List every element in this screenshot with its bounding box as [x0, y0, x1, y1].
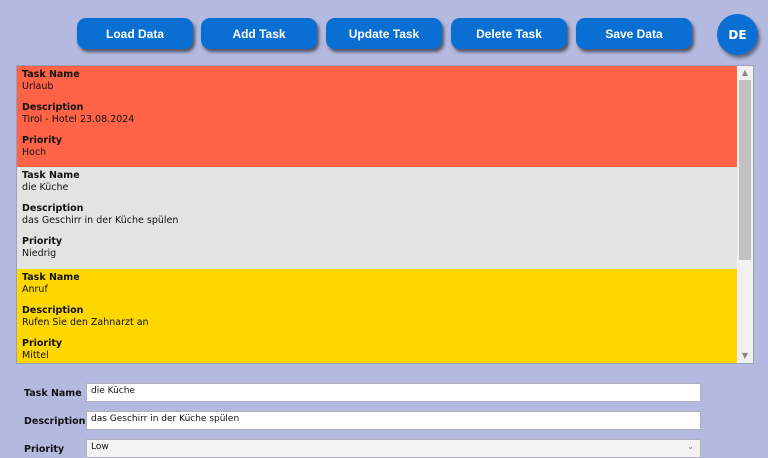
description-field-label: Description	[24, 416, 86, 427]
priority-value: Niedrig	[22, 248, 57, 259]
task-name-value: Urlaub	[22, 81, 54, 92]
description-input[interactable]: das Geschirr in der Küche spülen	[86, 411, 701, 430]
delete-task-button[interactable]: Delete Task	[451, 18, 567, 49]
chevron-down-icon[interactable]: ▼	[737, 349, 753, 363]
description-label: Description	[22, 203, 84, 214]
task-name-input[interactable]: die Küche	[86, 383, 701, 402]
priority-label: Priority	[22, 135, 63, 146]
priority-value: Mittel	[22, 350, 49, 361]
scrollbar-thumb[interactable]	[739, 80, 751, 260]
task-list-item[interactable]: Task Name die Küche Description das Gesc…	[17, 167, 737, 269]
priority-select[interactable]: Low ⌄	[86, 439, 701, 458]
save-data-button[interactable]: Save Data	[576, 18, 692, 49]
task-list-item[interactable]: Task Name Urlaub Description Tirol - Hot…	[17, 66, 737, 167]
priority-label: Priority	[22, 338, 63, 349]
description-value: Rufen Sie den Zahnarzt an	[22, 317, 149, 328]
priority-field-label: Priority	[24, 444, 65, 455]
description-label: Description	[22, 305, 84, 316]
language-toggle-button[interactable]: DE	[717, 14, 758, 55]
description-label: Description	[22, 102, 84, 113]
task-name-label: Task Name	[22, 170, 80, 181]
description-value: das Geschirr in der Küche spülen	[22, 215, 179, 226]
update-task-button[interactable]: Update Task	[326, 18, 442, 49]
load-data-button[interactable]: Load Data	[77, 18, 193, 49]
chevron-down-icon: ⌄	[687, 442, 694, 451]
toolbar: Load Data Add Task Update Task Delete Ta…	[0, 0, 768, 60]
add-task-button[interactable]: Add Task	[201, 18, 317, 49]
task-name-label: Task Name	[22, 272, 80, 283]
task-list[interactable]: Task Name Urlaub Description Tirol - Hot…	[16, 65, 754, 364]
priority-label: Priority	[22, 236, 63, 247]
task-name-value: die Küche	[22, 182, 69, 193]
task-name-label: Task Name	[22, 69, 80, 80]
task-list-item[interactable]: Task Name Anruf Description Rufen Sie de…	[17, 269, 737, 363]
task-name-field-label: Task Name	[24, 388, 82, 399]
priority-value: Hoch	[22, 147, 47, 158]
vertical-scrollbar[interactable]: ▲ ▼	[737, 66, 753, 363]
task-name-value: Anruf	[22, 284, 48, 295]
chevron-up-icon[interactable]: ▲	[737, 66, 753, 80]
priority-select-value: Low	[91, 442, 109, 452]
description-value: Tirol - Hotel 23.08.2024	[22, 114, 135, 125]
